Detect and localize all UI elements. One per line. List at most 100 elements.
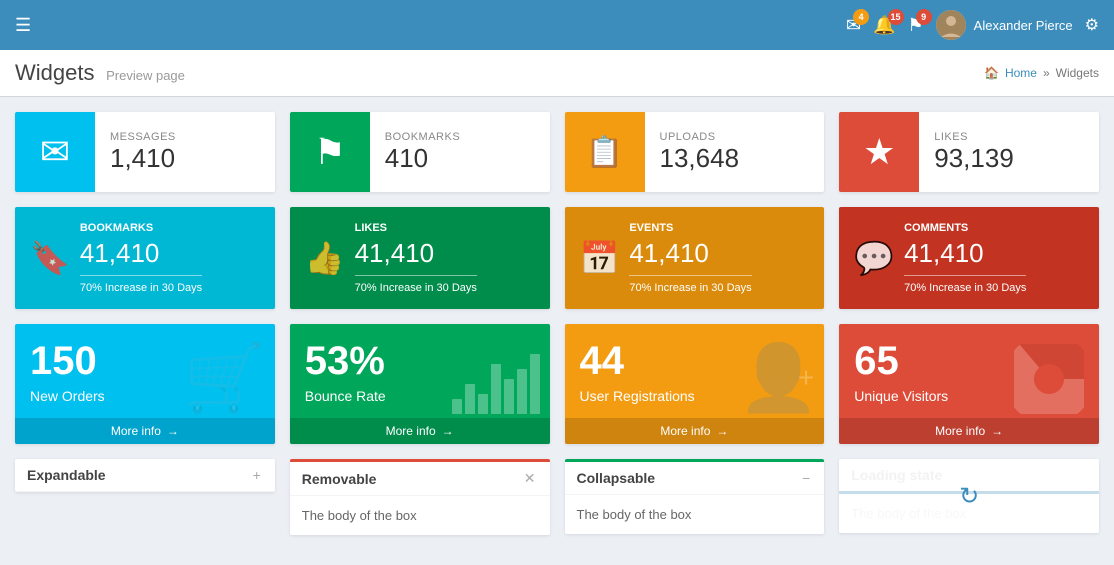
info-box-likes: ★ LIKES 93,139 — [839, 112, 1099, 192]
arrow-icon-reg: → — [716, 424, 728, 438]
events-prog-value: 41,410 — [629, 238, 751, 269]
bookmarks-label: BOOKMARKS — [385, 131, 460, 143]
events-prog-label: EVENTS — [629, 222, 751, 234]
col-orders: 150 New Orders 🛒 More info → — [15, 324, 275, 444]
avatar — [936, 10, 966, 40]
messages-content: MESSAGES 1,410 — [95, 112, 191, 192]
info-box-messages: ✉ MESSAGES 1,410 — [15, 112, 275, 192]
likes-label: LIKES — [934, 131, 1014, 143]
loading-spinner-icon: ↻ — [959, 482, 979, 511]
info-box-bookmarks: ⚑ BOOKMARKS 410 — [290, 112, 550, 192]
plus-icon-bg: + — [798, 362, 814, 394]
bounce-footer[interactable]: More info → — [290, 418, 550, 444]
calendar-icon-prog: 📅 — [580, 239, 620, 277]
registrations-footer[interactable]: More info → — [565, 418, 825, 444]
orders-footer[interactable]: More info → — [15, 418, 275, 444]
bar-1 — [452, 399, 462, 414]
content-header: Widgets Preview page 🏠 Home » Widgets — [0, 50, 1114, 97]
messages-nav-item[interactable]: ✉ 4 — [846, 15, 861, 36]
bar-2 — [465, 384, 475, 414]
page-subtitle: Preview page — [106, 68, 185, 83]
loading-overlay: ↻ — [839, 459, 1099, 533]
breadcrumb: 🏠 Home » Widgets — [984, 66, 1099, 80]
card-boxes-row: Expandable + Removable ✕ The body of the… — [15, 459, 1099, 535]
orders-more-info: More info — [111, 424, 161, 438]
navbar-right: ✉ 4 🔔 15 ⚑ 9 Alexander Pierce ⚙ — [846, 10, 1099, 40]
col-uploads: 📋 UPLOADS 13,648 — [565, 112, 825, 192]
uploads-content: UPLOADS 13,648 — [645, 112, 755, 192]
card-collapsable-header: Collapsable − — [565, 462, 825, 495]
bar-chart-bg — [452, 354, 540, 414]
thumbsup-icon-prog: 👍 — [305, 239, 345, 277]
small-box-likes-inner: 👍 LIKES 41,410 70% Increase in 30 Days — [305, 222, 535, 294]
card-removable: Removable ✕ The body of the box — [290, 459, 550, 535]
likes-prog-label: LIKES — [355, 222, 477, 234]
col-bookmarks-prog: 🔖 BOOKMARKS 41,410 70% Increase in 30 Da… — [15, 207, 275, 309]
col-visitors: 65 Unique Visitors More info → — [839, 324, 1099, 444]
progress-boxes-row: 🔖 BOOKMARKS 41,410 70% Increase in 30 Da… — [15, 207, 1099, 309]
col-loading: Loading state The body of the box ↻ — [839, 459, 1099, 535]
star-icon-large: ★ — [863, 131, 895, 173]
navbar: ☰ ✉ 4 🔔 15 ⚑ 9 Alexander Pierce ⚙ — [0, 0, 1114, 50]
col-likes-small: ★ LIKES 93,139 — [839, 112, 1099, 192]
main-content: ✉ MESSAGES 1,410 ⚑ BOOKMARKS 410 — [0, 97, 1114, 565]
removable-tools: ✕ — [522, 470, 538, 487]
likes-value: 93,139 — [934, 143, 1014, 174]
comments-prog-label: COMMENTS — [904, 222, 1026, 234]
hamburger-icon[interactable]: ☰ — [15, 15, 31, 36]
breadcrumb-separator: » — [1043, 66, 1050, 80]
col-comments-prog: 💬 COMMENTS 41,410 70% Increase in 30 Day… — [839, 207, 1099, 309]
bookmarks-prog-label: BOOKMARKS — [80, 222, 202, 234]
info-box-uploads: 📋 UPLOADS 13,648 — [565, 112, 825, 192]
bookmarks-icon-box: ⚑ — [290, 112, 370, 192]
removable-body: The body of the box — [290, 496, 550, 535]
col-expandable: Expandable + — [15, 459, 275, 535]
uploads-label: UPLOADS — [660, 131, 740, 143]
expandable-toggle-btn[interactable]: + — [251, 467, 263, 483]
col-collapsable: Collapsable − The body of the box — [565, 459, 825, 535]
messages-badge: 4 — [853, 9, 869, 25]
bookmarks-value: 410 — [385, 143, 460, 174]
comments-prog-value: 41,410 — [904, 238, 1026, 269]
col-registrations: 44 User Registrations 👤 + More info → — [565, 324, 825, 444]
navbar-left: ☰ — [15, 15, 31, 36]
bounce-more-info: More info — [386, 424, 436, 438]
cart-icon-bg: 🛒 — [184, 340, 265, 416]
visitors-more-info: More info — [935, 424, 985, 438]
flags-nav-item[interactable]: ⚑ 9 — [908, 15, 924, 36]
comments-prog-sub: 70% Increase in 30 Days — [904, 282, 1026, 294]
collapsable-title: Collapsable — [577, 470, 656, 486]
chat-icon-prog: 💬 — [854, 239, 894, 277]
pie-chart-bg — [1014, 344, 1084, 414]
envelope-icon-large: ✉ — [40, 131, 70, 173]
col-events-prog: 📅 EVENTS 41,410 70% Increase in 30 Days — [565, 207, 825, 309]
bar-5 — [504, 379, 514, 414]
removable-close-btn[interactable]: ✕ — [522, 470, 538, 487]
big-box-orders: 150 New Orders 🛒 More info → — [15, 324, 275, 444]
small-box-events-text: EVENTS 41,410 70% Increase in 30 Days — [629, 222, 751, 294]
messages-value: 1,410 — [110, 143, 176, 174]
card-loading: Loading state The body of the box ↻ — [839, 459, 1099, 533]
settings-icon[interactable]: ⚙ — [1085, 15, 1099, 35]
expandable-tools: + — [251, 467, 263, 483]
info-boxes-row: ✉ MESSAGES 1,410 ⚑ BOOKMARKS 410 — [15, 112, 1099, 192]
arrow-icon-bounce: → — [442, 424, 454, 438]
visitors-footer[interactable]: More info → — [839, 418, 1099, 444]
bar-3 — [478, 394, 488, 414]
small-box-likes: 👍 LIKES 41,410 70% Increase in 30 Days — [290, 207, 550, 309]
arrow-icon-vis: → — [991, 424, 1003, 438]
small-box-events: 📅 EVENTS 41,410 70% Increase in 30 Days — [565, 207, 825, 309]
small-box-comments-inner: 💬 COMMENTS 41,410 70% Increase in 30 Day… — [854, 222, 1084, 294]
uploads-icon-box: 📋 — [565, 112, 645, 192]
card-collapsable: Collapsable − The body of the box — [565, 459, 825, 534]
user-menu[interactable]: Alexander Pierce — [936, 10, 1073, 40]
notifications-nav-item[interactable]: 🔔 15 — [873, 15, 895, 36]
big-box-bounce: 53% Bounce Rate More info → — [290, 324, 550, 444]
small-box-comments: 💬 COMMENTS 41,410 70% Increase in 30 Day… — [839, 207, 1099, 309]
messages-icon-box: ✉ — [15, 112, 95, 192]
breadcrumb-home[interactable]: Home — [1005, 66, 1037, 80]
collapsable-toggle-btn[interactable]: − — [800, 470, 812, 486]
likes-prog-sub: 70% Increase in 30 Days — [355, 282, 477, 294]
collapsable-body: The body of the box — [565, 495, 825, 534]
bar-6 — [517, 369, 527, 414]
